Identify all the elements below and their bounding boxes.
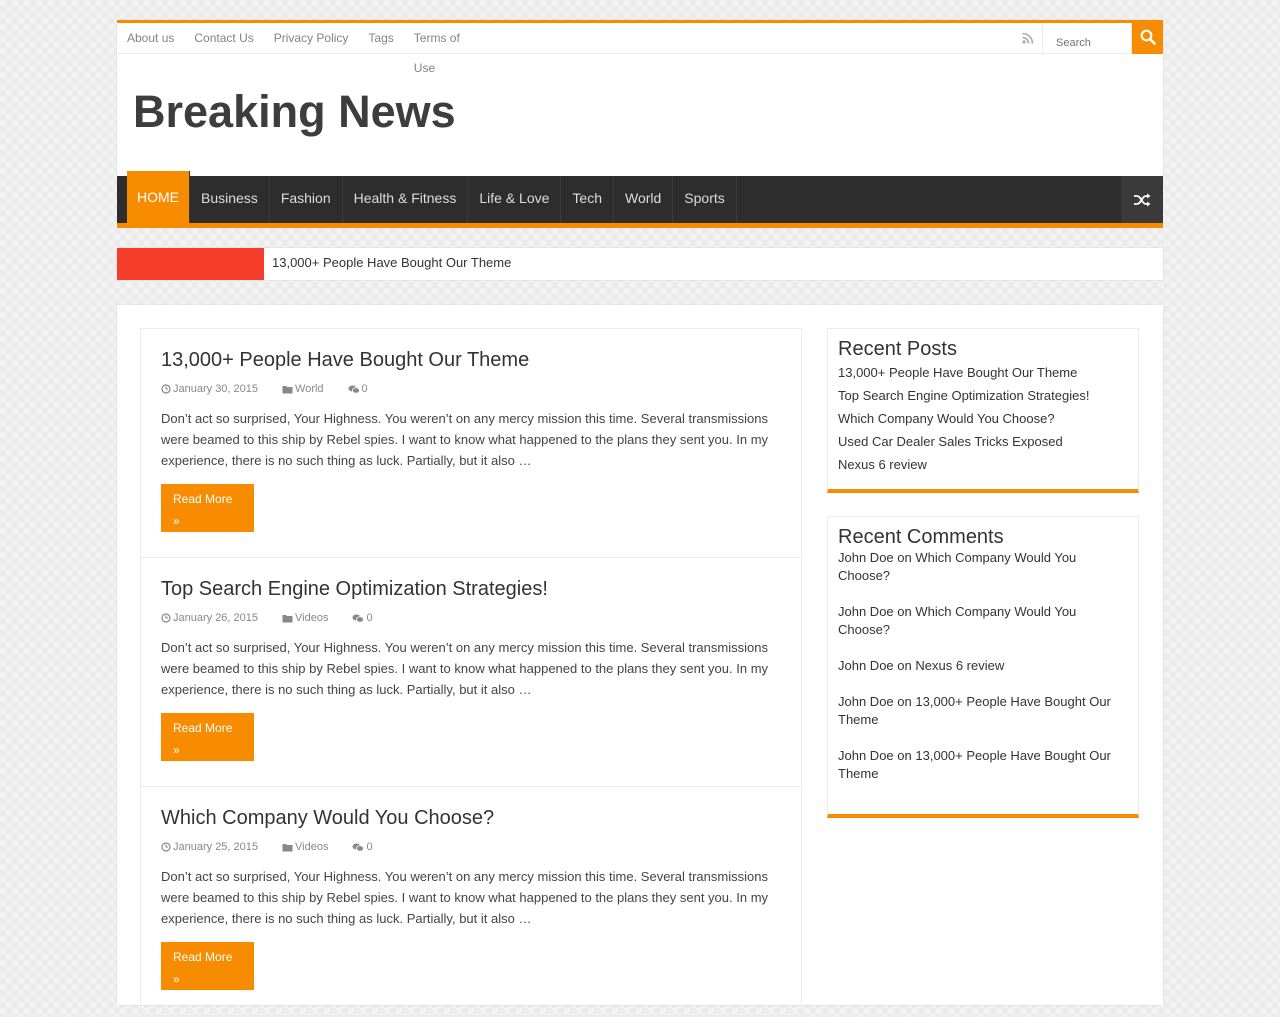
recent-comments-widget: Recent Comments John Doe on Which Compan… — [827, 516, 1139, 818]
header: About us Contact Us Privacy Policy Tags … — [117, 20, 1163, 176]
top-link-contact[interactable]: Contact Us — [184, 17, 263, 48]
recent-posts-widget: Recent Posts 13,000+ People Have Bought … — [827, 328, 1139, 493]
breaking-news-ticker: 13,000+ People Have Bought Our Theme — [117, 248, 1163, 280]
post-date: January 30, 2015 — [173, 383, 259, 395]
post-meta: January 25, 2015 Videos 0 — [161, 840, 781, 854]
post-comment-count[interactable]: 0 — [362, 383, 368, 395]
post-item: Which Company Would You Choose? January … — [141, 787, 801, 1016]
comment-author: John Doe — [838, 550, 894, 565]
search-input[interactable] — [1042, 23, 1132, 54]
read-more-button[interactable]: Read More » — [161, 484, 254, 532]
recent-post-link[interactable]: Top Search Engine Optimization Strategie… — [838, 384, 1128, 407]
nav-tech[interactable]: Tech — [561, 176, 614, 223]
page-wrapper: About us Contact Us Privacy Policy Tags … — [117, 20, 1163, 1017]
post-title[interactable]: Top Search Engine Optimization Strategie… — [161, 578, 781, 600]
random-article-button[interactable] — [1121, 176, 1163, 223]
post-date: January 25, 2015 — [173, 841, 259, 853]
folder-icon — [282, 385, 293, 393]
site-logo[interactable]: Breaking News — [133, 87, 456, 137]
comment-connector: on — [897, 550, 912, 565]
comment-author: John Doe — [838, 604, 894, 619]
top-link-tags[interactable]: Tags — [358, 17, 403, 48]
recent-comment-item: John Doe on Nexus 6 review — [838, 657, 1128, 675]
nav-business[interactable]: Business — [190, 176, 270, 223]
top-link-privacy[interactable]: Privacy Policy — [264, 17, 359, 48]
top-navigation: About us Contact Us Privacy Policy Tags … — [117, 20, 1163, 75]
nav-sports[interactable]: Sports — [673, 176, 737, 223]
top-link-terms[interactable]: Terms of Use — [404, 17, 472, 83]
ticker-label — [117, 248, 264, 280]
recent-post-link[interactable]: Nexus 6 review — [838, 453, 1128, 476]
clock-icon — [161, 842, 171, 852]
post-excerpt: Don’t act so surprised, Your Highness. Y… — [161, 411, 769, 468]
rss-icon[interactable] — [1021, 31, 1035, 45]
read-more-button[interactable]: Read More » — [161, 942, 254, 990]
post-comment-count[interactable]: 0 — [366, 841, 372, 853]
post-comment-count[interactable]: 0 — [366, 612, 372, 624]
comment-connector: on — [897, 604, 912, 619]
comment-connector: on — [897, 658, 912, 673]
shuffle-icon — [1134, 193, 1151, 206]
post-meta: January 30, 2015 World 0 — [161, 382, 781, 396]
recent-comment-item: John Doe on Which Company Would You Choo… — [838, 603, 1128, 639]
recent-post-link[interactable]: Which Company Would You Choose? — [838, 407, 1128, 430]
nav-home[interactable]: HOME — [127, 171, 190, 223]
content-area: 13,000+ People Have Bought Our Theme Jan… — [117, 305, 1163, 1017]
post-category[interactable]: Videos — [295, 612, 328, 624]
ticker-headline[interactable]: 13,000+ People Have Bought Our Theme — [272, 248, 511, 278]
recent-comment-item: John Doe on Which Company Would You Choo… — [838, 549, 1128, 585]
post-category[interactable]: World — [295, 383, 324, 395]
folder-icon — [282, 614, 293, 622]
post-date: January 26, 2015 — [173, 612, 259, 624]
nav-world[interactable]: World — [614, 176, 674, 223]
comments-icon — [348, 385, 360, 394]
post-excerpt: Don’t act so surprised, Your Highness. Y… — [161, 640, 769, 697]
read-more-button[interactable]: Read More » — [161, 713, 254, 761]
nav-health-fitness[interactable]: Health & Fitness — [343, 176, 469, 223]
recent-post-link[interactable]: Used Car Dealer Sales Tricks Exposed — [838, 430, 1128, 453]
widget-title: Recent Comments — [838, 526, 1004, 548]
comments-icon — [352, 614, 365, 623]
post-excerpt: Don’t act so surprised, Your Highness. Y… — [161, 869, 769, 926]
clock-icon — [161, 613, 171, 623]
comment-author: John Doe — [838, 694, 894, 709]
post-list: 13,000+ People Have Bought Our Theme Jan… — [140, 328, 802, 1017]
post-meta: January 26, 2015 Videos 0 — [161, 611, 781, 625]
main-navigation: HOME Business Fashion Health & Fitness L… — [117, 171, 1163, 228]
recent-comment-item: John Doe on 13,000+ People Have Bought O… — [838, 747, 1128, 783]
comment-connector: on — [897, 694, 912, 709]
comments-icon — [352, 843, 365, 852]
post-title[interactable]: Which Company Would You Choose? — [161, 807, 781, 829]
post-item: Top Search Engine Optimization Strategie… — [141, 558, 801, 787]
comment-author: John Doe — [838, 748, 894, 763]
widget-title: Recent Posts — [838, 338, 957, 360]
nav-fashion[interactable]: Fashion — [270, 176, 343, 223]
nav-life-love[interactable]: Life & Love — [468, 176, 562, 223]
comment-post-link[interactable]: Nexus 6 review — [915, 658, 1004, 673]
recent-post-link[interactable]: 13,000+ People Have Bought Our Theme — [838, 361, 1128, 384]
post-category[interactable]: Videos — [295, 841, 328, 853]
top-link-about[interactable]: About us — [117, 17, 184, 48]
clock-icon — [161, 384, 171, 394]
recent-comment-item: John Doe on 13,000+ People Have Bought O… — [838, 693, 1128, 729]
search-icon — [1140, 29, 1156, 45]
post-item: 13,000+ People Have Bought Our Theme Jan… — [141, 329, 801, 558]
post-title[interactable]: 13,000+ People Have Bought Our Theme — [161, 349, 781, 371]
folder-icon — [282, 843, 293, 851]
comment-author: John Doe — [838, 658, 894, 673]
comment-connector: on — [897, 748, 912, 763]
search-button[interactable] — [1132, 20, 1163, 54]
